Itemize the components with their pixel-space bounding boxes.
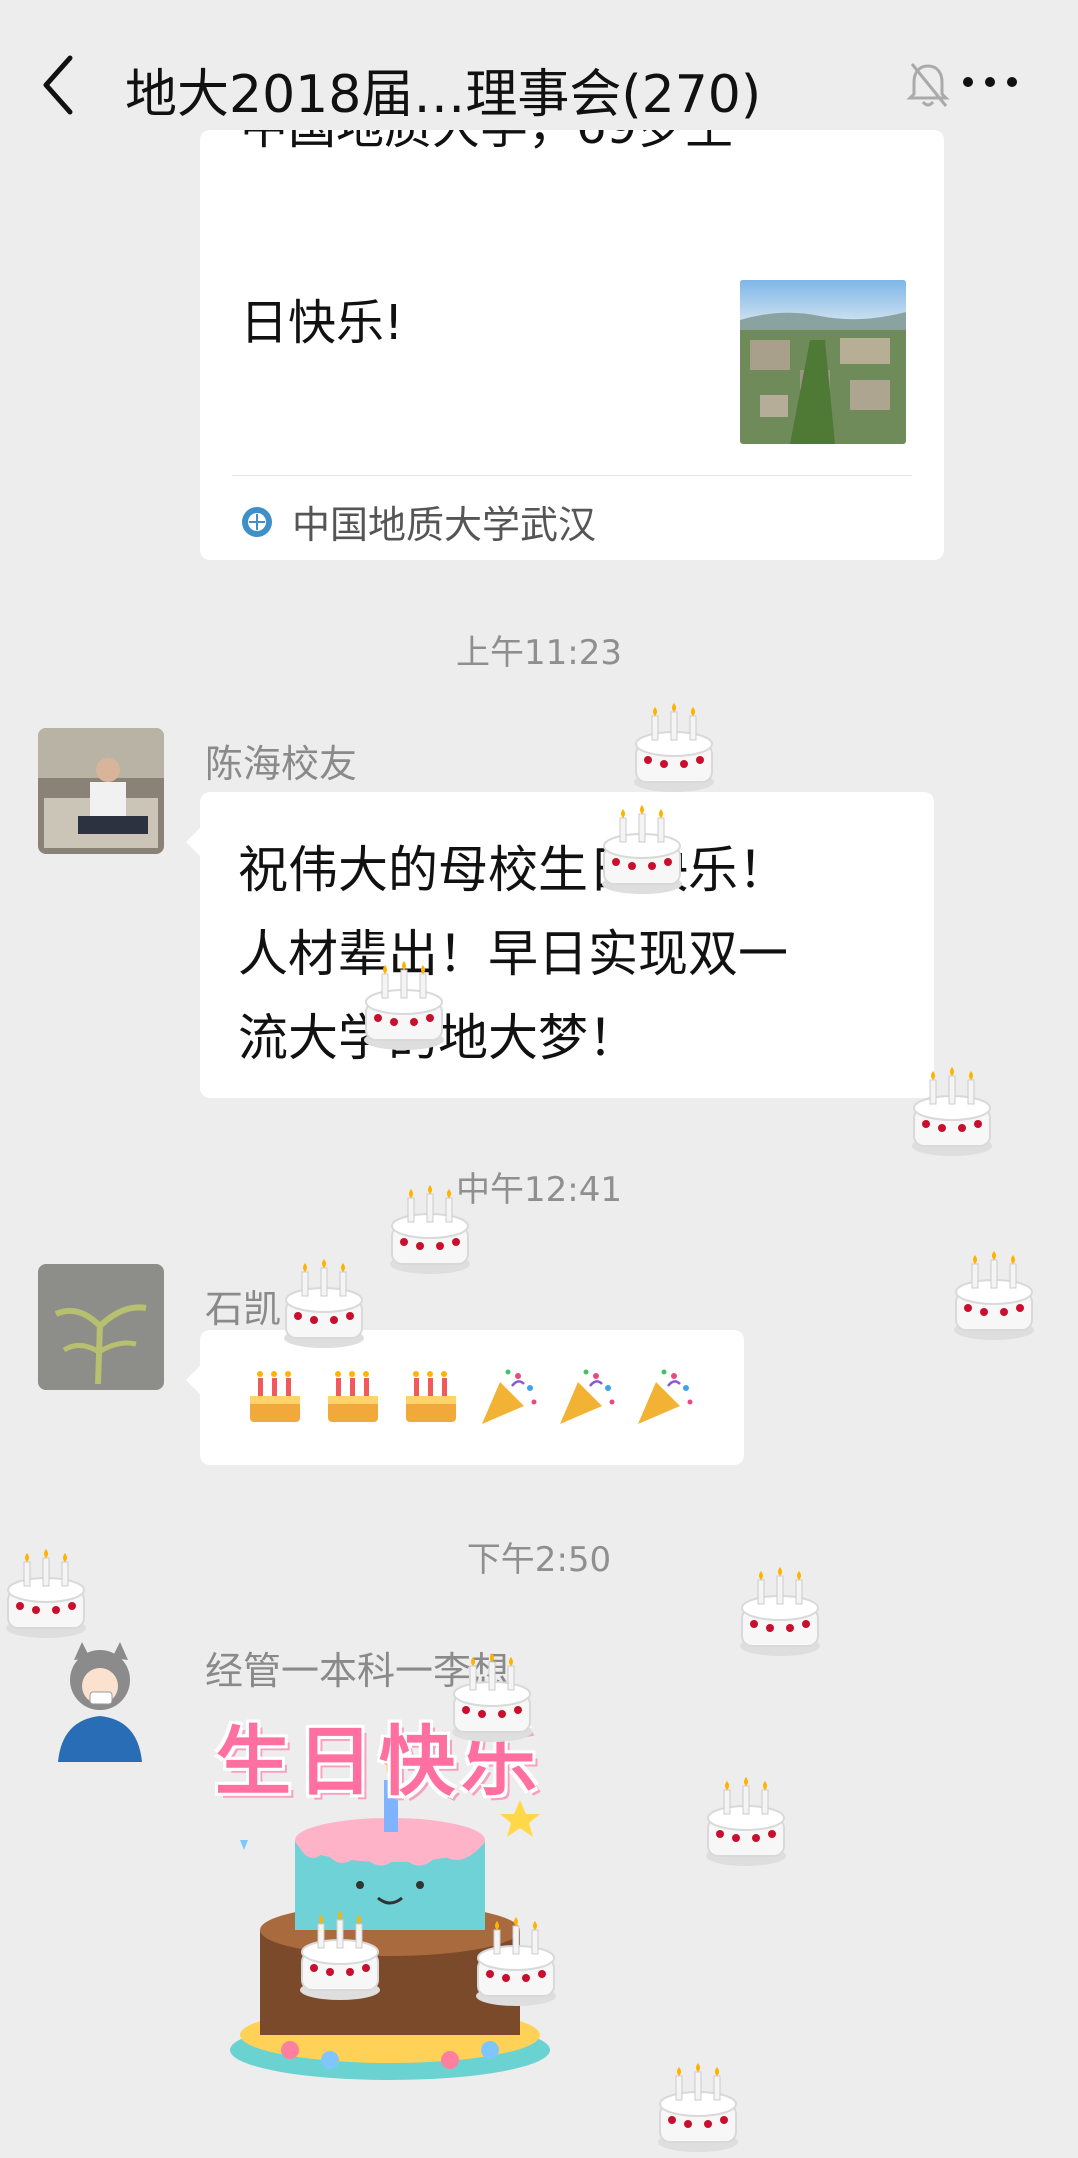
birthday-cake-icon [446, 1652, 538, 1744]
birthday-cake-icon [294, 1910, 386, 2002]
party-popper-emoji-icon [634, 1366, 696, 1428]
cake-emoji-icon [322, 1366, 384, 1428]
more-dots-icon[interactable] [960, 62, 1020, 102]
birthday-cake-icon [358, 960, 450, 1052]
bubble-tail [186, 1366, 200, 1394]
message-bubble[interactable] [186, 1330, 744, 1465]
birthday-cake-icon [470, 1916, 562, 2008]
message-text-line: 祝伟大的母校生日快乐！ [238, 841, 788, 899]
cake-emoji-icon [400, 1366, 462, 1428]
avatar[interactable] [38, 1636, 164, 1762]
card-thumbnail [740, 280, 906, 444]
birthday-cake-icon [734, 1566, 826, 1658]
card-divider [232, 475, 912, 476]
cake-emoji-icon [244, 1366, 306, 1428]
party-popper-emoji-icon [478, 1366, 540, 1428]
birthday-cake-icon [384, 1184, 476, 1276]
birthday-cake-icon [948, 1250, 1040, 1342]
sender-name: 陈海校友 [205, 742, 358, 786]
birthday-cake-icon [652, 2062, 744, 2154]
chat-title[interactable]: 地大2018届…理事会(270) [125, 52, 761, 127]
birthday-cake-icon [700, 1776, 792, 1868]
card-source-name: 中国地质大学武汉 [292, 503, 597, 547]
birthday-cake-icon [906, 1066, 998, 1158]
chevron-left-icon[interactable] [38, 50, 78, 120]
sender-name: 石凯 [205, 1287, 282, 1331]
source-logo-icon [242, 507, 272, 537]
timestamp: 上午11:23 [456, 633, 622, 673]
card-description-partial: 中国地质大学，69岁生 [240, 130, 733, 160]
avatar[interactable] [38, 1264, 164, 1390]
card-description: 日快乐! [240, 295, 404, 351]
shared-article-card[interactable]: 日快乐! 中国地质大学，69岁生 中国地质大学武汉 [200, 130, 944, 560]
birthday-cake-icon [0, 1548, 92, 1640]
timestamp: 下午2:50 [466, 1540, 612, 1580]
birthday-cake-icon [596, 804, 688, 896]
bubble-tail [186, 828, 200, 856]
bell-slash-icon [906, 63, 950, 107]
birthday-cake-icon [278, 1258, 370, 1350]
birthday-cake-icon [628, 702, 720, 794]
timestamp: 中午12:41 [456, 1170, 622, 1210]
party-popper-emoji-icon [556, 1366, 618, 1428]
message-bubble[interactable]: 祝伟大的母校生日快乐！ 人材辈出！早日实现双一 流大学的地大梦！ [186, 792, 934, 1098]
message-text-line: 人材辈出！早日实现双一 [238, 925, 788, 983]
avatar[interactable] [38, 728, 164, 854]
